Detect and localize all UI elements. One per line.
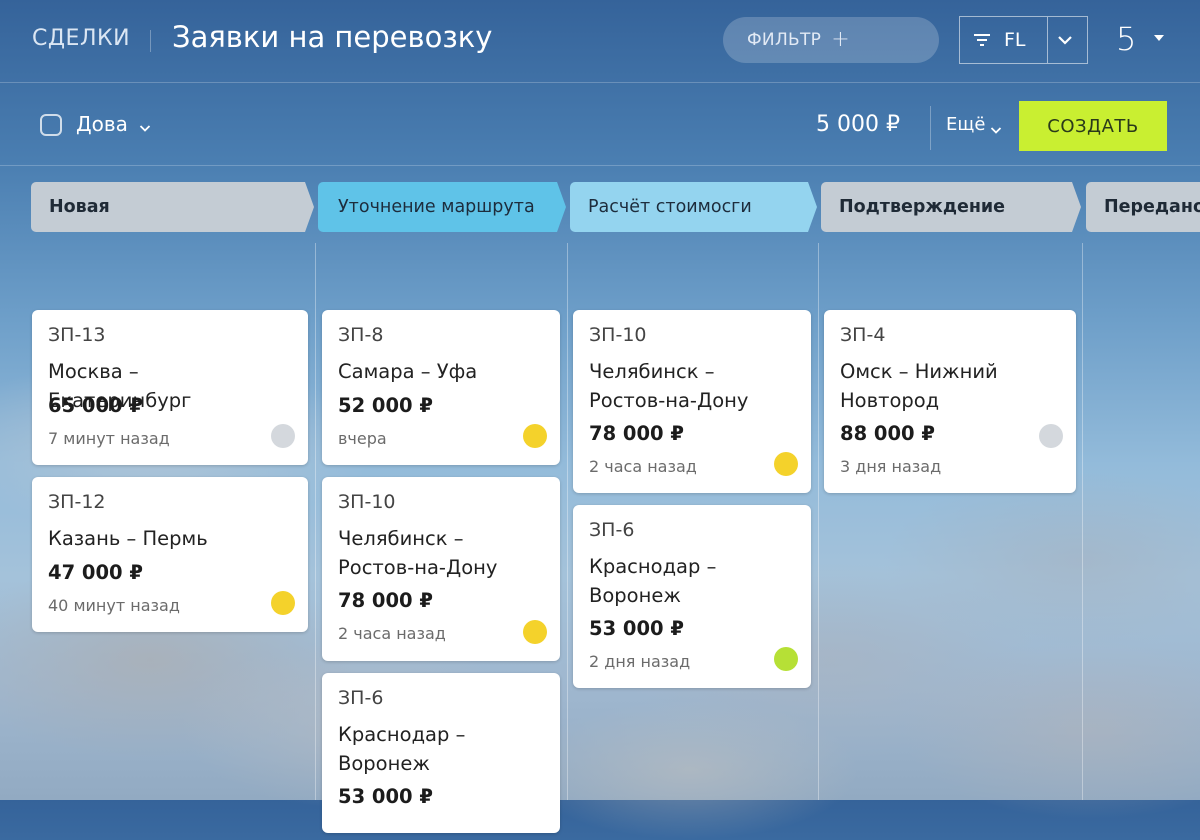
deal-card[interactable]: ЗП-10 Челябинск – Ростов-на-Дону 78 000 …: [573, 310, 811, 493]
chevron-down-icon[interactable]: [990, 121, 1002, 140]
stage-cost-calculation[interactable]: Расчёт стоимосги: [570, 182, 817, 232]
stage-transferred[interactable]: Передано: [1086, 182, 1200, 232]
deal-id: ЗП-6: [338, 687, 384, 709]
filter-mode-label: FL: [1004, 29, 1026, 51]
deal-id: ЗП-4: [840, 324, 886, 346]
stage-route-clarification[interactable]: Уточнение маршрута: [318, 182, 566, 232]
page-title: Заявки на перевозку: [172, 20, 493, 54]
deal-time: 7 минут назад: [48, 429, 170, 448]
status-dot-gray: [1039, 424, 1063, 448]
stage-new[interactable]: Новая: [31, 182, 314, 232]
filter-mode-select[interactable]: FL: [959, 16, 1088, 64]
stage-label: Подтверждение: [839, 197, 1006, 217]
deal-route: Челябинск – Ростов-на-Дону: [589, 360, 749, 412]
filter-label: ФИЛЬТР: [747, 30, 822, 50]
stage-label: Новая: [49, 197, 110, 217]
deal-route: Казань – Пермь: [48, 527, 208, 550]
deal-time: 2 дня назад: [589, 652, 691, 671]
column-divider: [818, 243, 819, 800]
status-dot-yellow: [523, 620, 547, 644]
deal-card[interactable]: ЗП-6 Краснодар – Воронеж 53 000 ₽ 2 дня …: [573, 505, 811, 688]
status-dot-green: [774, 647, 798, 671]
deal-id: ЗП-13: [48, 324, 106, 346]
deal-id: ЗП-10: [589, 324, 647, 346]
caret-down-icon[interactable]: [1154, 35, 1164, 41]
total-sum: 5 000 ₽: [816, 112, 900, 137]
deal-id: ЗП-8: [338, 324, 384, 346]
top-bar: СДЕЛКИ Заявки на перевозку ФИЛЬТР + FL 5: [0, 0, 1200, 82]
deal-id: ЗП-6: [589, 519, 635, 541]
toolbar-divider: [0, 165, 1200, 166]
deal-card[interactable]: ЗП-13 Москва – Екатеринбург 65 000 ₽ 7 м…: [32, 310, 308, 465]
deal-route: Челябинск – Ростов-на-Дону: [338, 527, 498, 579]
owner-select[interactable]: Дова: [76, 112, 128, 136]
deal-id: ЗП-12: [48, 491, 106, 513]
deal-time: 40 минут назад: [48, 596, 180, 615]
deal-card[interactable]: ЗП-10 Челябинск – Ростов-на-Дону 78 000 …: [322, 477, 560, 661]
status-dot-gray: [271, 424, 295, 448]
chevron-down-icon[interactable]: [139, 119, 151, 138]
deal-card[interactable]: ЗП-8 Самара – Уфа 52 000 ₽ вчера: [322, 310, 560, 465]
plus-icon: +: [831, 27, 850, 52]
column-divider: [1082, 243, 1083, 800]
deal-card[interactable]: ЗП-12 Казань – Пермь 47 000 ₽ 40 минут н…: [32, 477, 308, 632]
status-dot-yellow: [271, 591, 295, 615]
stage-label: Расчёт стоимосги: [588, 197, 752, 217]
create-button[interactable]: СОЗДАТЬ: [1019, 101, 1167, 151]
deal-route: Краснодар – Воронеж: [589, 555, 717, 607]
deal-price: 65 000 ₽: [48, 394, 143, 417]
deal-price: 53 000 ₽: [589, 617, 684, 640]
section-breadcrumb[interactable]: СДЕЛКИ: [32, 26, 130, 51]
filter-lines-icon: [960, 33, 1004, 47]
status-dot-yellow: [523, 424, 547, 448]
header-divider: [0, 82, 1200, 83]
breadcrumb-divider: [150, 30, 151, 52]
deal-time: вчера: [338, 429, 387, 448]
filter-mode-divider: [1047, 17, 1048, 63]
chevron-down-icon[interactable]: [1055, 30, 1075, 54]
deal-price: 78 000 ₽: [589, 422, 684, 445]
deal-price: 88 000 ₽: [840, 422, 935, 445]
stage-label: Передано: [1104, 197, 1200, 217]
deal-time: 2 часа назад: [338, 624, 446, 643]
column-divider: [315, 243, 316, 800]
deal-card[interactable]: ЗП-4 Омск – Нижний Новтород 88 000 ₽ 3 д…: [824, 310, 1076, 493]
deal-time: 2 часа назад: [589, 457, 697, 476]
status-dot-yellow: [774, 452, 798, 476]
deal-route: Самара – Уфа: [338, 360, 478, 383]
deal-route: Омск – Нижний Новтород: [840, 360, 998, 412]
notification-count[interactable]: 5: [1116, 20, 1136, 58]
deal-price: 53 000 ₽: [338, 785, 433, 808]
deal-time: 3 дня назад: [840, 457, 942, 476]
more-menu[interactable]: Ещё: [946, 114, 985, 135]
toolbar-divider: [930, 106, 931, 150]
stage-label: Уточнение маршрута: [338, 197, 535, 217]
deal-route: Краснодар – Воронеж: [338, 723, 466, 775]
deal-price: 52 000 ₽: [338, 394, 433, 417]
select-checkbox[interactable]: [40, 114, 62, 136]
filter-button[interactable]: ФИЛЬТР +: [723, 17, 939, 63]
deal-price: 78 000 ₽: [338, 589, 433, 612]
deal-price: 47 000 ₽: [48, 561, 143, 584]
column-divider: [567, 243, 568, 800]
stage-confirmation[interactable]: Подтверждение: [821, 182, 1081, 232]
deal-card[interactable]: ЗП-6 Краснодар – Воронеж 53 000 ₽: [322, 673, 560, 833]
deal-id: ЗП-10: [338, 491, 396, 513]
